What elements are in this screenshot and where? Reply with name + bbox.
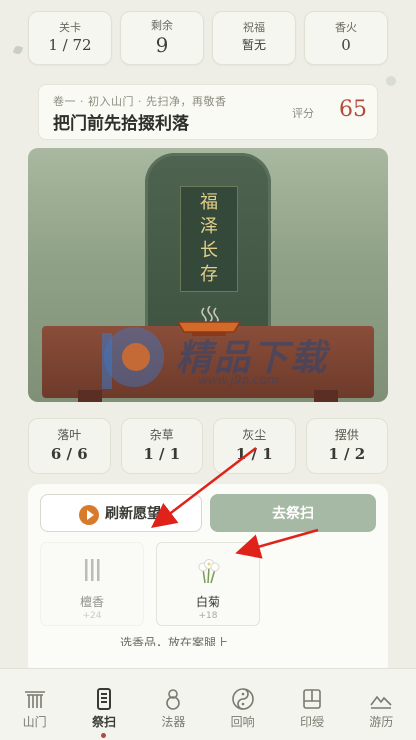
refresh-wish-label: 刷新愿望: [105, 506, 161, 522]
nav-item-echo[interactable]: 回响: [208, 669, 277, 740]
shrine-scene[interactable]: 福 泽 长 存 精品下载 www.j9p.com: [28, 148, 388, 402]
nav-label: 回响: [230, 715, 255, 729]
incense-sticks-icon: [85, 559, 100, 581]
stat-value: 暂无: [241, 38, 266, 52]
nav-item-seal[interactable]: 印绶: [277, 669, 346, 740]
item-sandalwood[interactable]: 檀香 +24: [40, 542, 144, 626]
play-icon: [79, 505, 99, 525]
dot-decoration: [386, 76, 396, 86]
stats-row: 关卡 1 / 72 剩余 9 祝福 暂无 香火 0: [28, 11, 388, 65]
yinyang-icon: [231, 688, 254, 710]
gate-icon: [24, 691, 45, 708]
plaque-char: 存: [200, 264, 218, 285]
resource-value: 6 / 6: [50, 445, 88, 463]
item-white-chrysanthemum[interactable]: 白菊 +18: [156, 542, 260, 626]
resource-label: 落叶: [57, 428, 82, 442]
level-card: 卷一 · 初入山门 · 先扫净，再敬香 把门前先拾掇利落 评分 65: [38, 84, 378, 140]
resource-leaves: 落叶 6 / 6: [28, 418, 111, 474]
level-subtitle: 卷一 · 初入山门 · 先扫净，再敬香: [53, 95, 227, 108]
resource-offerings: 摆供 1 / 2: [305, 418, 388, 474]
stat-value: 0: [341, 36, 351, 54]
resource-weeds: 杂草 1 / 1: [120, 418, 203, 474]
placement-hint: 选香品，放在案腿上: [120, 636, 229, 646]
nav-label: 祭扫: [91, 715, 116, 729]
nav-item-gate[interactable]: 山门: [0, 669, 69, 740]
resource-value: 1 / 1: [143, 445, 181, 463]
resource-value: 1 / 2: [328, 445, 366, 463]
stat-label: 祝福: [243, 21, 265, 34]
active-indicator: [101, 733, 107, 738]
stat-value: 9: [155, 33, 169, 57]
resource-dust: 灰尘 1 / 1: [213, 418, 296, 474]
resource-label: 杂草: [149, 428, 174, 442]
nav-label: 山门: [22, 715, 47, 729]
plaque-char: 福: [200, 192, 218, 213]
stat-label: 剩余: [151, 19, 173, 32]
go-sweep-button[interactable]: 去祭扫: [210, 494, 376, 532]
leaf-decoration: [12, 44, 24, 56]
stat-label: 香火: [335, 21, 357, 34]
resource-label: 灰尘: [242, 428, 267, 442]
seal-icon: [303, 689, 321, 709]
action-panel: 刷新愿望 去祭扫 檀香 +24 白菊 +18 选香品，放在案腿上: [28, 484, 388, 674]
nav-label: 游历: [369, 715, 394, 729]
altar-leg: [314, 390, 338, 402]
stat-label: 关卡: [59, 21, 81, 34]
nav-item-travel[interactable]: 游历: [347, 669, 416, 740]
gourd-icon: [166, 689, 181, 710]
stat-blessing: 祝福 暂无: [212, 11, 296, 65]
bottom-nav: 山门 祭扫 法器 回响 印绶 游历: [0, 668, 416, 740]
stat-remaining: 剩余 9: [120, 11, 204, 65]
refresh-wish-button[interactable]: 刷新愿望: [40, 494, 202, 532]
item-name: 白菊: [195, 595, 220, 609]
score-label: 评分: [292, 107, 314, 120]
nav-label: 印绶: [299, 715, 324, 729]
item-bonus: +18: [198, 611, 218, 621]
tablet-icon: [96, 688, 111, 710]
item-bonus: +24: [82, 611, 102, 621]
nav-item-artifacts[interactable]: 法器: [139, 669, 208, 740]
stat-value: 1 / 72: [48, 36, 92, 54]
mountain-icon: [370, 695, 392, 709]
level-title: 把门前先拾掇利落: [53, 114, 189, 134]
stat-level: 关卡 1 / 72: [28, 11, 112, 65]
item-name: 檀香: [79, 595, 104, 609]
nav-label: 法器: [161, 715, 186, 729]
plaque-char: 泽: [200, 216, 218, 237]
stat-incense: 香火 0: [304, 11, 388, 65]
altar-table[interactable]: [42, 326, 374, 398]
resource-value: 1 / 1: [235, 445, 273, 463]
stele-plaque: 福 泽 长 存: [180, 186, 238, 292]
nav-item-sweep[interactable]: 祭扫: [69, 669, 138, 740]
resource-row: 落叶 6 / 6 杂草 1 / 1 灰尘 1 / 1 摆供 1 / 2: [28, 418, 388, 474]
chrysanthemum-icon: [198, 559, 220, 584]
plaque-char: 长: [200, 240, 218, 261]
incense-burner-icon[interactable]: [174, 306, 244, 336]
score-value: 65: [339, 97, 367, 122]
resource-label: 摆供: [334, 428, 359, 442]
altar-leg: [78, 390, 102, 402]
